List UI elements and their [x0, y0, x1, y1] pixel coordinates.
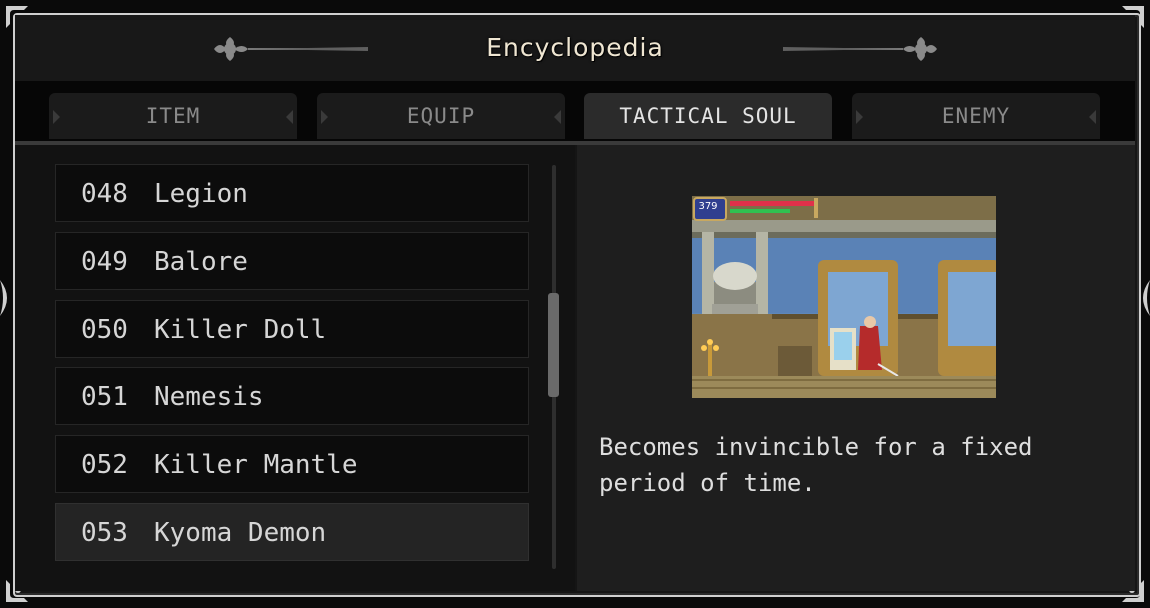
list-item[interactable]: 052 Killer Mantle: [55, 435, 529, 493]
item-number: 048: [81, 179, 128, 209]
item-name: Kyoma Demon: [154, 518, 327, 548]
tab-label: TACTICAL SOUL: [619, 104, 797, 128]
side-ornament-icon: [1136, 280, 1150, 316]
tab-arrow-right-icon: [286, 110, 293, 124]
item-number: 052: [81, 450, 128, 480]
gameplay-screenshot: [692, 196, 996, 398]
tab-equip[interactable]: EQUIP: [317, 93, 565, 139]
item-number: 050: [81, 315, 128, 345]
page-title: Encyclopedia: [486, 33, 664, 62]
item-name: Nemesis: [154, 382, 264, 412]
list-item[interactable]: 049 Balore: [55, 232, 529, 290]
list-item[interactable]: 050 Killer Doll: [55, 300, 529, 358]
header-bar: Encyclopedia: [15, 15, 1135, 81]
list-item[interactable]: 048 Legion: [55, 164, 529, 222]
tab-arrow-right-icon: [1089, 110, 1096, 124]
item-name: Balore: [154, 247, 248, 277]
item-number: 053: [81, 518, 128, 548]
side-ornament-icon: [0, 280, 14, 316]
tab-enemy[interactable]: ENEMY: [852, 93, 1100, 139]
detail-panel: 379 Becomes invincible for a fixed perio…: [577, 145, 1135, 591]
tab-arrow-left-icon: [53, 110, 60, 124]
tab-label: EQUIP: [406, 104, 476, 128]
item-name: Killer Doll: [154, 315, 327, 345]
tab-label: ITEM: [145, 104, 201, 128]
hud-hp-value: 379: [698, 201, 718, 212]
soul-list-panel: 048 Legion 049 Balore 050 Killer Doll 05…: [15, 145, 575, 591]
item-name: Legion: [154, 179, 248, 209]
list-item[interactable]: 051 Nemesis: [55, 367, 529, 425]
tab-arrow-left-icon: [856, 110, 863, 124]
tab-tactical-soul[interactable]: TACTICAL SOUL: [584, 93, 832, 139]
soul-description: Becomes invincible for a fixed period of…: [599, 433, 1033, 497]
tab-item[interactable]: ITEM: [49, 93, 297, 139]
item-name: Killer Mantle: [154, 450, 358, 480]
item-number: 051: [81, 382, 128, 412]
scrollbar-thumb[interactable]: [548, 293, 559, 397]
tab-label: ENEMY: [941, 104, 1011, 128]
tab-arrow-right-icon: [554, 110, 561, 124]
tab-arrow-left-icon: [321, 110, 328, 124]
list-item-selected[interactable]: 053 Kyoma Demon: [55, 503, 529, 561]
item-number: 049: [81, 247, 128, 277]
tab-bar: ITEM EQUIP TACTICAL SOUL ENEMY: [15, 81, 1135, 141]
fleur-de-lis-ornament-icon: [783, 37, 937, 61]
